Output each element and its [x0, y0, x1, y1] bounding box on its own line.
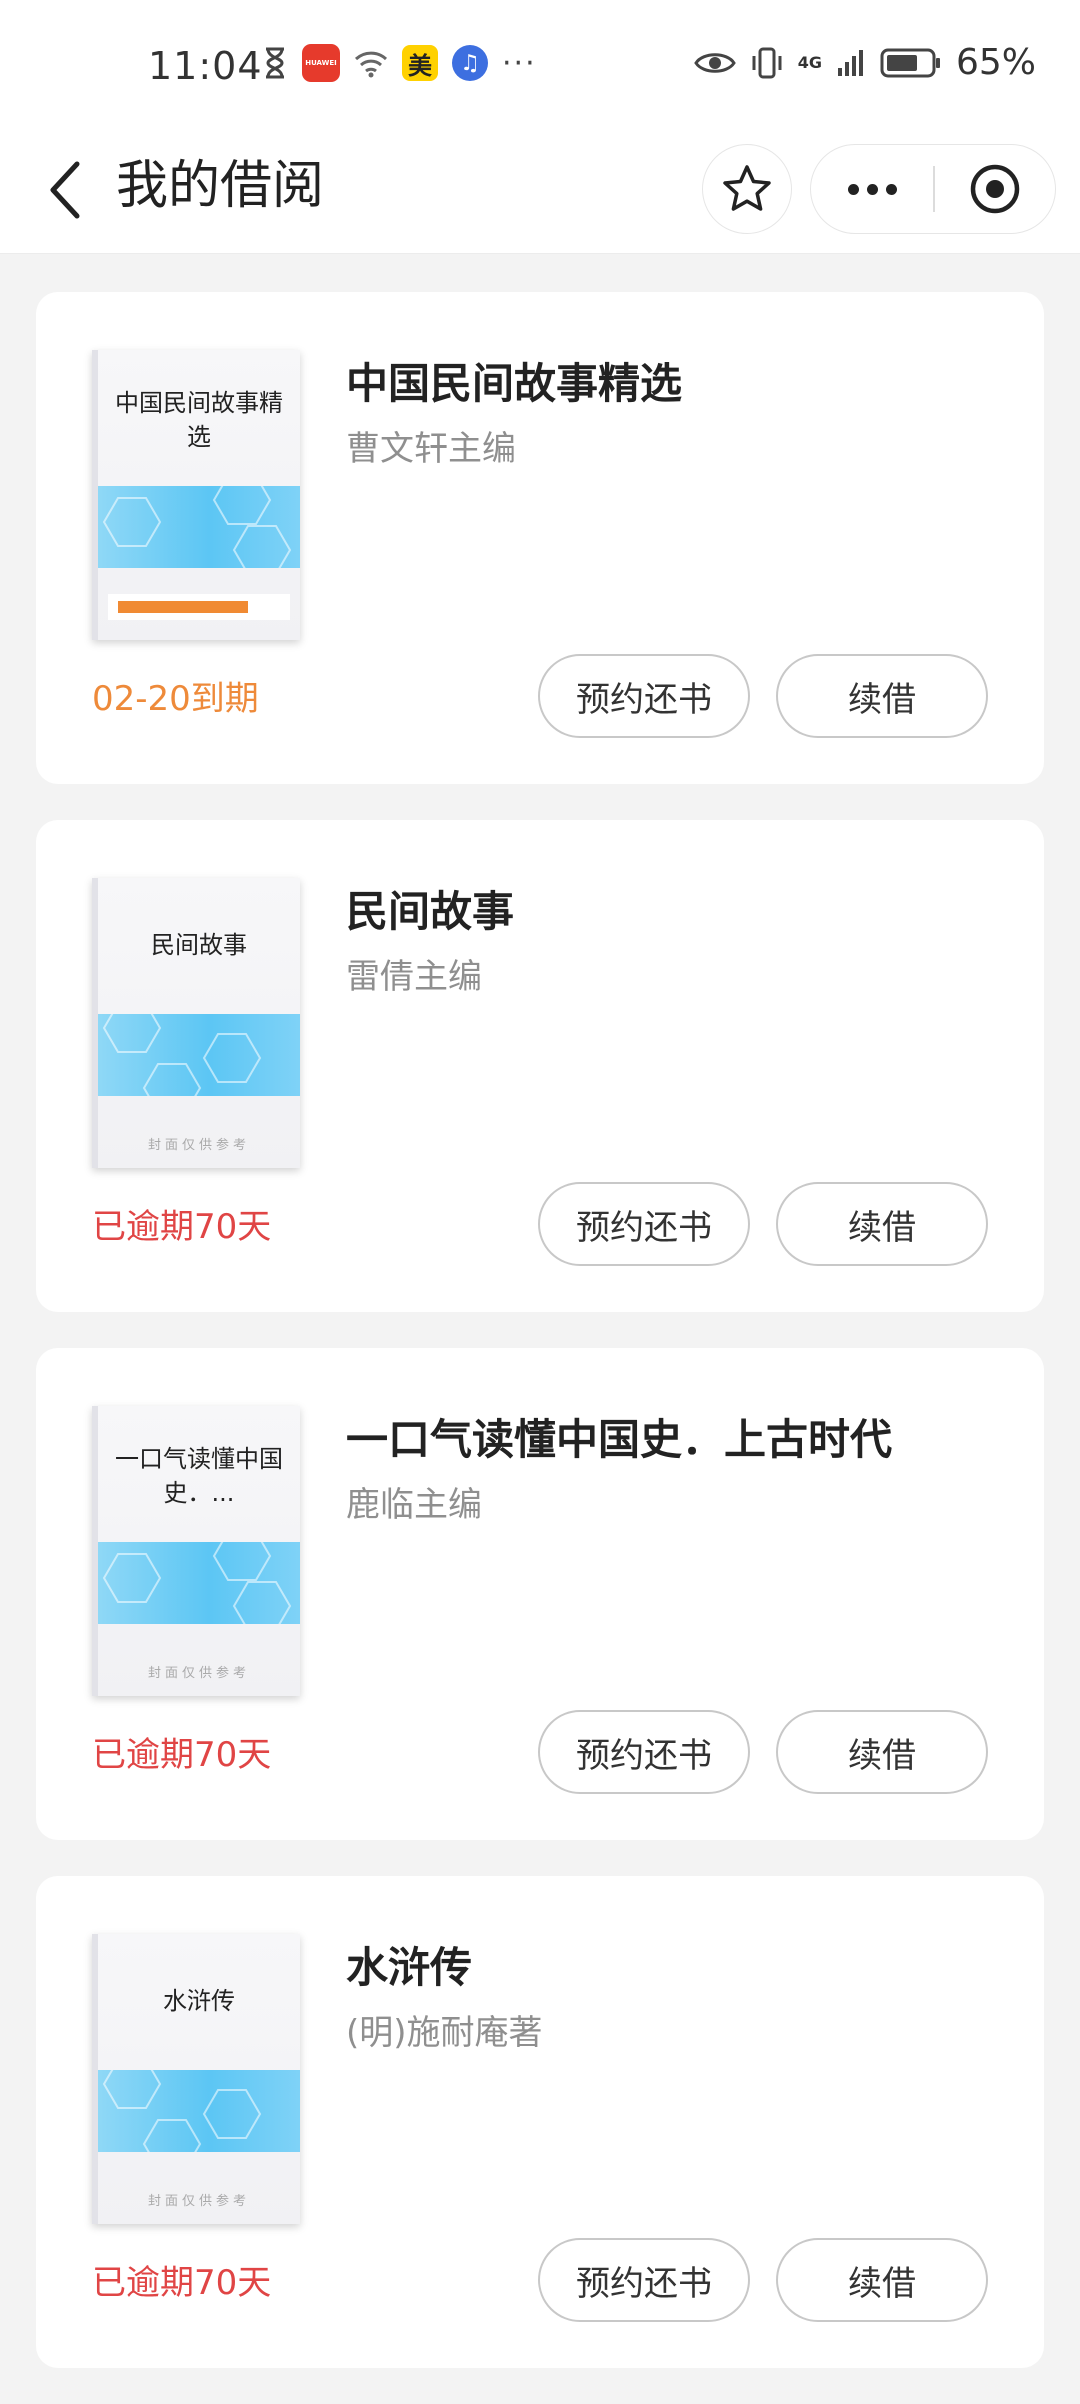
book-author: 鹿临主编 — [346, 1485, 482, 1525]
cover-note: 封面仅供参考 — [147, 1666, 250, 1681]
book-title: 一口气读懂中国史．上古时代 — [346, 1415, 893, 1464]
book-title: 民间故事 — [346, 887, 515, 936]
cover-title: 民间故事 — [151, 931, 247, 959]
reserve-return-button[interactable]: 预约还书 — [538, 1182, 750, 1266]
reading-progress-bar — [108, 594, 290, 620]
status-time: 11:04 — [148, 44, 263, 88]
reserve-return-button[interactable]: 预约还书 — [538, 654, 750, 738]
book-cover: 中国民间故事精选 — [92, 350, 300, 640]
battery-percentage: 65% — [955, 42, 1036, 83]
book-title: 中国民间故事精选 — [346, 359, 683, 408]
due-status: 已逾期70天 — [92, 1735, 272, 1775]
meituan-app-icon: 美 — [402, 45, 438, 81]
huawei-app-icon: HUAWEI — [302, 44, 340, 82]
cover-pattern — [98, 1542, 300, 1624]
cover-pattern — [98, 486, 300, 568]
battery-icon — [880, 45, 942, 81]
book-author: 曹文轩主编 — [346, 429, 516, 469]
cover-note: 封面仅供参考 — [147, 2194, 250, 2209]
book-cover: 水浒传 封面仅供参考 — [92, 1934, 300, 2224]
book-cover: 一口气读懂中国史．... 封面仅供参考 — [92, 1406, 300, 1696]
music-app-icon: ♫ — [452, 45, 488, 81]
back-button[interactable] — [30, 148, 100, 232]
due-status: 02-20到期 — [92, 679, 259, 719]
renew-button[interactable]: 续借 — [776, 2238, 988, 2322]
status-system-icons: 4G 65% — [693, 42, 1036, 83]
reserve-return-button[interactable]: 预约还书 — [538, 2238, 750, 2322]
cover-title: 水浒传 — [163, 1987, 235, 2015]
renew-button[interactable]: 续借 — [776, 1710, 988, 1794]
status-notification-icons: HUAWEI 美 ♫ ··· — [262, 44, 537, 82]
hourglass-icon — [262, 45, 288, 81]
renew-button[interactable]: 续借 — [776, 654, 988, 738]
cover-title: 中国民间故事精选 — [115, 389, 283, 451]
wifi-icon — [354, 45, 388, 81]
network-type-icon: 4G — [797, 52, 822, 72]
status-bar: 11:04 HUAWEI 美 ♫ ··· 4G 65% — [0, 0, 1080, 130]
renew-button[interactable]: 续借 — [776, 1182, 988, 1266]
nav-bar: 我的借阅 — [0, 130, 1080, 254]
due-status: 已逾期70天 — [92, 1207, 272, 1247]
dot-icon — [866, 183, 878, 195]
close-mini-program-button[interactable] — [935, 144, 1055, 234]
book-author: (明)施耐庵著 — [346, 2013, 543, 2053]
book-title: 水浒传 — [346, 1943, 473, 1992]
book-card[interactable]: 水浒传 封面仅供参考 水浒传 (明)施耐庵著 已逾期70天 预约还书 续借 — [36, 1876, 1044, 2368]
signal-icon — [836, 45, 866, 81]
book-card[interactable]: 中国民间故事精选 中国民间故事精选 曹文轩主编 02-20到期 预约还书 续借 — [36, 292, 1044, 784]
cover-note: 封面仅供参考 — [147, 1138, 250, 1153]
favorite-button[interactable] — [702, 144, 792, 234]
eye-icon — [693, 45, 736, 81]
book-card[interactable]: 民间故事 封面仅供参考 民间故事 雷倩主编 已逾期70天 预约还书 续借 — [36, 820, 1044, 1312]
more-notifications-icon: ··· — [502, 45, 537, 81]
book-cover: 民间故事 封面仅供参考 — [92, 878, 300, 1168]
reading-progress-fill — [118, 601, 248, 613]
dot-icon — [885, 183, 897, 195]
mini-program-capsule — [810, 144, 1056, 234]
target-icon — [970, 164, 1020, 214]
more-options-button[interactable] — [811, 144, 933, 234]
cover-title: 一口气读懂中国史．... — [115, 1445, 283, 1507]
book-author: 雷倩主编 — [346, 957, 482, 997]
back-arrow-icon — [50, 161, 80, 219]
dot-icon — [847, 183, 859, 195]
reserve-return-button[interactable]: 预约还书 — [538, 1710, 750, 1794]
cover-pattern — [98, 1014, 300, 1096]
book-card[interactable]: 一口气读懂中国史．... 封面仅供参考 一口气读懂中国史．上古时代 鹿临主编 已… — [36, 1348, 1044, 1840]
cover-pattern — [98, 2070, 300, 2152]
vibrate-icon — [750, 45, 784, 81]
page-title: 我的借阅 — [116, 156, 325, 216]
borrowed-book-list: 中国民间故事精选 中国民间故事精选 曹文轩主编 02-20到期 预约还书 续借 … — [36, 292, 1044, 2404]
star-icon — [723, 165, 771, 211]
due-status: 已逾期70天 — [92, 2263, 272, 2303]
